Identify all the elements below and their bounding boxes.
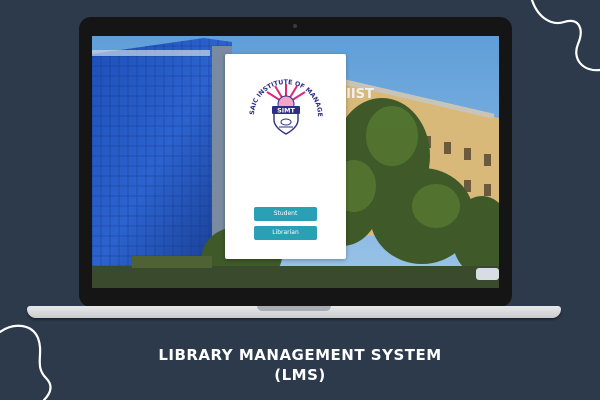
caption-title: LIBRARY MANAGEMENT SYSTEM — [158, 346, 442, 364]
webcam-dot — [293, 24, 297, 28]
logo-mark-text: SIMT — [277, 106, 295, 114]
laptop-base — [27, 306, 561, 318]
building-sign: IIST — [346, 87, 374, 102]
app-display: IIST SAIC INSTITUTE OF MANAGE SIMT Stude… — [92, 36, 499, 288]
student-login-button[interactable]: Student — [254, 207, 317, 221]
laptop-screen: IIST SAIC INSTITUTE OF MANAGE SIMT Stude… — [79, 17, 512, 307]
decorative-squiggle-top — [530, 0, 600, 72]
librarian-login-button[interactable]: Librarian — [254, 226, 317, 240]
caption-subtitle: (LMS) — [274, 366, 326, 384]
login-card: SAIC INSTITUTE OF MANAGEMENT & TECHNOLOG… — [225, 54, 346, 259]
laptop-notch — [257, 306, 331, 311]
institute-logo: SAIC INSTITUTE OF MANAGEMENT & TECHNOLOG… — [241, 64, 323, 135]
